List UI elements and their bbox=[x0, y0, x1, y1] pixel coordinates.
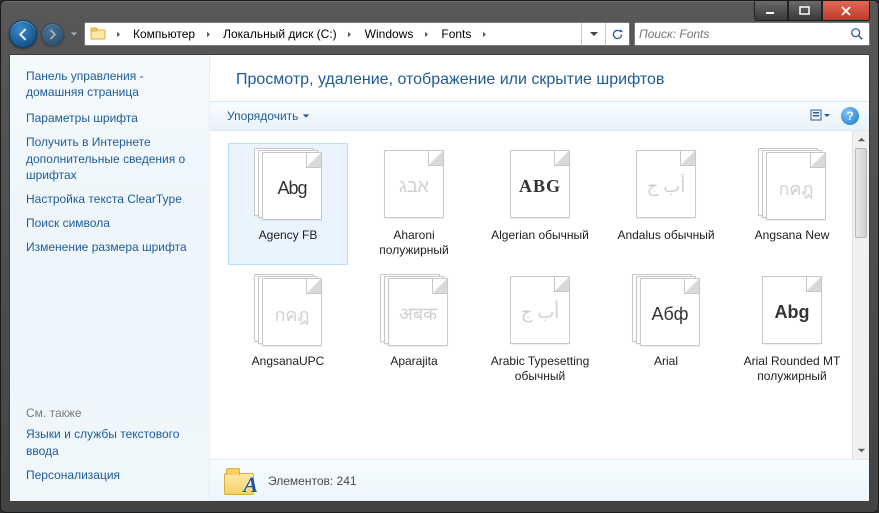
scroll-down-icon[interactable] bbox=[853, 442, 869, 459]
chevron-down-icon bbox=[302, 109, 310, 123]
font-name: Algerian обычный bbox=[483, 228, 597, 258]
nav-forward-button[interactable] bbox=[41, 23, 64, 46]
sidebar-link[interactable]: Получить в Интернете дополнительные свед… bbox=[26, 134, 199, 183]
search-box[interactable] bbox=[634, 22, 870, 46]
address-bar[interactable]: Компьютер Локальный диск (C:) Windows Fonts bbox=[84, 22, 630, 46]
breadcrumb-sep[interactable] bbox=[343, 23, 357, 45]
scrollbar[interactable] bbox=[852, 131, 869, 459]
toolbar: Упорядочить ? bbox=[210, 101, 869, 131]
breadcrumb-item[interactable]: Windows bbox=[357, 23, 420, 45]
fonts-folder-icon: A bbox=[224, 465, 256, 497]
breadcrumb-item[interactable]: Fonts bbox=[433, 23, 477, 45]
sidebar-header[interactable]: Панель управления - домашняя страница bbox=[26, 69, 199, 100]
font-name: Aparajita bbox=[357, 354, 471, 384]
font-item[interactable]: Abg Arial Rounded MT полужирный bbox=[732, 269, 852, 391]
organize-label: Упорядочить bbox=[227, 109, 298, 123]
breadcrumb-sep[interactable] bbox=[201, 23, 215, 45]
font-name: Arial bbox=[609, 354, 723, 384]
font-preview: Абф bbox=[652, 300, 689, 325]
titlebar[interactable] bbox=[1, 1, 878, 19]
font-preview: กคฎ bbox=[778, 170, 813, 203]
font-thumb: Abg bbox=[250, 148, 326, 224]
font-preview: أب ج bbox=[521, 298, 560, 323]
font-item[interactable]: กคฎ AngsanaUPC bbox=[228, 269, 348, 391]
font-item[interactable]: Абф Arial bbox=[606, 269, 726, 391]
sidebar-link[interactable]: Параметры шрифта bbox=[26, 110, 199, 126]
sidebar-link[interactable]: Настройка текста ClearType bbox=[26, 191, 199, 207]
window-controls bbox=[754, 1, 870, 21]
font-item[interactable]: אבג Aharoni полужирный bbox=[354, 143, 474, 265]
see-also-label: См. также bbox=[26, 406, 199, 420]
font-name: Agency FB bbox=[231, 228, 345, 258]
folder-icon bbox=[87, 23, 109, 45]
help-button[interactable]: ? bbox=[841, 107, 859, 125]
breadcrumb-item[interactable]: Компьютер bbox=[125, 23, 201, 45]
font-name: Arabic Typesetting обычный bbox=[483, 354, 597, 384]
font-thumb: אבג bbox=[376, 148, 452, 224]
sidebar-link[interactable]: Поиск символа bbox=[26, 215, 199, 231]
scroll-thumb[interactable] bbox=[855, 148, 867, 238]
window-frame: Компьютер Локальный диск (C:) Windows Fonts… bbox=[0, 0, 879, 513]
font-name: Angsana New bbox=[735, 228, 849, 258]
search-input[interactable] bbox=[639, 27, 849, 41]
sidebar: Панель управления - домашняя страница Па… bbox=[10, 55, 210, 501]
font-name: Andalus обычный bbox=[609, 228, 723, 258]
navigation-row: Компьютер Локальный диск (C:) Windows Fonts bbox=[9, 19, 870, 49]
font-thumb: ABG bbox=[502, 148, 578, 224]
sidebar-link[interactable]: Изменение размера шрифта bbox=[26, 239, 199, 255]
font-preview: أب ج bbox=[647, 172, 686, 197]
font-item[interactable]: أب ج Andalus обычный bbox=[606, 143, 726, 265]
maximize-button[interactable] bbox=[788, 1, 822, 21]
nav-history-dropdown[interactable] bbox=[68, 24, 80, 44]
nav-back-button[interactable] bbox=[9, 20, 37, 48]
content-frame: Панель управления - домашняя страница Па… bbox=[9, 54, 870, 502]
font-item[interactable]: أب ج Arabic Typesetting обычный bbox=[480, 269, 600, 391]
font-thumb: أب ج bbox=[502, 274, 578, 350]
font-preview: Abg bbox=[775, 298, 810, 323]
font-name: Arial Rounded MT полужирный bbox=[735, 354, 849, 384]
statusbar: A Элементов: 241 bbox=[210, 459, 869, 501]
refresh-button[interactable] bbox=[605, 23, 629, 45]
scroll-up-icon[interactable] bbox=[853, 131, 869, 148]
breadcrumb-sep[interactable] bbox=[111, 23, 125, 45]
font-item[interactable]: ABG Algerian обычный bbox=[480, 143, 600, 265]
font-thumb: Абф bbox=[628, 274, 704, 350]
font-item[interactable]: Abg Agency FB bbox=[228, 143, 348, 265]
close-button[interactable] bbox=[822, 1, 870, 21]
view-options-button[interactable] bbox=[807, 105, 833, 127]
font-thumb: กคฎ bbox=[754, 148, 830, 224]
page-title: Просмотр, удаление, отображение или скры… bbox=[210, 55, 869, 101]
see-also-link[interactable]: Языки и службы текстового ввода bbox=[26, 426, 199, 458]
font-preview: ABG bbox=[519, 172, 561, 197]
font-thumb: กคฎ bbox=[250, 274, 326, 350]
minimize-button[interactable] bbox=[754, 1, 788, 21]
breadcrumb-item[interactable]: Локальный диск (C:) bbox=[215, 23, 343, 45]
organize-button[interactable]: Упорядочить bbox=[220, 105, 317, 127]
font-thumb: अबक bbox=[376, 274, 452, 350]
font-thumb: أب ج bbox=[628, 148, 704, 224]
status-count: Элементов: 241 bbox=[268, 474, 357, 488]
font-preview: กคฎ bbox=[274, 296, 309, 329]
search-icon[interactable] bbox=[849, 27, 865, 41]
font-preview: Abg bbox=[277, 174, 306, 199]
font-preview: אבג bbox=[399, 172, 429, 197]
main-panel: Просмотр, удаление, отображение или скры… bbox=[210, 55, 869, 501]
font-name: Aharoni полужирный bbox=[357, 228, 471, 258]
font-thumb: Abg bbox=[754, 274, 830, 350]
font-grid: Abg Agency FB אבג Aharoni полужирный ABG Alge… bbox=[228, 143, 863, 391]
font-item[interactable]: अबक Aparajita bbox=[354, 269, 474, 391]
see-also-link[interactable]: Персонализация bbox=[26, 467, 199, 483]
font-preview: अबक bbox=[399, 298, 437, 326]
font-item[interactable]: กคฎ Angsana New bbox=[732, 143, 852, 265]
font-name: AngsanaUPC bbox=[231, 354, 345, 384]
address-dropdown-button[interactable] bbox=[581, 23, 605, 45]
breadcrumb-sep[interactable] bbox=[419, 23, 433, 45]
grid-area[interactable]: Abg Agency FB אבג Aharoni полужирный ABG Alge… bbox=[210, 131, 869, 459]
breadcrumb-sep[interactable] bbox=[477, 23, 491, 45]
